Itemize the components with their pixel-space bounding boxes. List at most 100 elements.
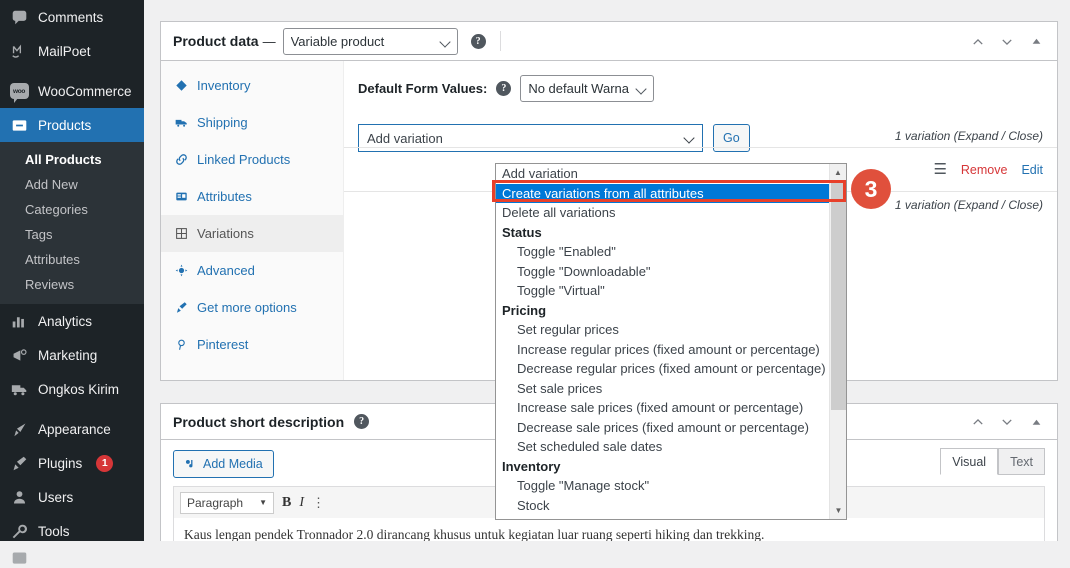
chevron-down-icon: ▼: [259, 498, 267, 507]
sidebar-item-label: MailPoet: [38, 43, 91, 59]
tab-attributes[interactable]: Attributes: [161, 178, 343, 215]
tab-visual[interactable]: Visual: [940, 448, 999, 475]
tab-inventory[interactable]: Inventory: [161, 67, 343, 104]
dropdown-option[interactable]: Set scheduled sale dates: [496, 437, 846, 457]
woocommerce-icon: woo: [9, 81, 29, 103]
product-data-header: Product data — Variable product ?: [161, 22, 1057, 61]
scrollbar-thumb[interactable]: [831, 182, 846, 410]
default-form-values-help-icon[interactable]: ?: [496, 81, 512, 96]
drag-handle-icon[interactable]: ☰: [933, 162, 946, 177]
sidebar-item-label: Plugins: [38, 455, 83, 471]
dropdown-option[interactable]: Create variations from all attributes: [496, 183, 846, 203]
italic-button[interactable]: I: [299, 495, 304, 511]
dropdown-group-label: Inventory: [502, 458, 561, 474]
sidebar-item-appearance[interactable]: Appearance: [0, 412, 144, 446]
default-form-values-label: Default Form Values:: [358, 81, 488, 96]
sidebar-item-marketing[interactable]: Marketing: [0, 338, 144, 372]
remove-variation-link[interactable]: Remove: [961, 163, 1008, 177]
sidebar-item-woocommerce[interactable]: woo WooCommerce: [0, 74, 144, 108]
mailpoet-icon: [9, 41, 29, 61]
dropdown-option[interactable]: Set sale prices: [496, 379, 846, 399]
bulk-action-value: Add variation: [367, 130, 443, 146]
sidebar-item-label: Settings: [38, 550, 87, 566]
edit-variation-link[interactable]: Edit: [1021, 163, 1043, 177]
toggle-panel-icon[interactable]: [1023, 28, 1049, 56]
chevron-down-icon: [683, 132, 695, 144]
dropdown-option[interactable]: Decrease sale prices (fixed amount or pe…: [496, 418, 846, 438]
dropdown-option[interactable]: Decrease regular prices (fixed amount or…: [496, 359, 846, 379]
sidebar-item-label: Users: [38, 489, 74, 505]
dropdown-option[interactable]: Increase regular prices (fixed amount or…: [496, 340, 846, 360]
dropdown-option[interactable]: Toggle "Downloadable": [496, 262, 846, 282]
sidebar-item-all-products[interactable]: All Products: [0, 147, 144, 172]
toggle-panel-icon[interactable]: [1023, 408, 1049, 436]
plugins-update-badge: 1: [96, 454, 114, 472]
sidebar-item-categories[interactable]: Categories: [0, 197, 144, 222]
tab-label: Linked Products: [197, 152, 291, 167]
tab-label: Variations: [197, 226, 254, 241]
tab-get-more-options[interactable]: Get more options: [161, 289, 343, 326]
settings-gear-icon: [9, 548, 29, 568]
dropdown-option[interactable]: Stock: [496, 496, 846, 516]
product-type-help-icon[interactable]: ?: [470, 33, 486, 49]
dropdown-scrollbar[interactable]: ▲ ▼: [829, 164, 846, 519]
variations-grid-icon: [174, 227, 189, 240]
tab-text[interactable]: Text: [998, 448, 1045, 475]
sidebar-item-reviews[interactable]: Reviews: [0, 272, 144, 297]
move-down-icon[interactable]: [994, 408, 1020, 436]
move-up-icon[interactable]: [965, 408, 991, 436]
sidebar-item-tools[interactable]: Tools: [0, 514, 144, 548]
dropdown-option[interactable]: Set regular prices: [496, 320, 846, 340]
product-type-select[interactable]: Variable product: [282, 27, 458, 55]
shipping-icon: [174, 116, 189, 129]
tab-label: Shipping: [197, 115, 248, 130]
sidebar-item-settings[interactable]: Settings: [0, 548, 144, 568]
sidebar-item-mailpoet[interactable]: MailPoet: [0, 34, 144, 68]
bold-button[interactable]: B: [282, 495, 291, 511]
sidebar-item-comments[interactable]: Comments: [0, 0, 144, 34]
dropdown-option[interactable]: Toggle "Virtual": [496, 281, 846, 301]
sidebar-item-add-new[interactable]: Add New: [0, 172, 144, 197]
default-attribute-select[interactable]: No default Warna...: [520, 75, 655, 102]
dropdown-option[interactable]: Add variation: [496, 164, 846, 184]
sidebar-item-plugins[interactable]: Plugins 1: [0, 446, 144, 480]
tab-shipping[interactable]: Shipping: [161, 104, 343, 141]
sidebar-item-label: Appearance: [38, 421, 111, 437]
short-description-content[interactable]: Kaus lengan pendek Tronnador 2.0 diranca…: [173, 518, 1045, 541]
tab-advanced[interactable]: Advanced: [161, 252, 343, 289]
dropdown-option[interactable]: Toggle "Enabled": [496, 242, 846, 262]
sidebar-item-products[interactable]: Products: [0, 108, 144, 142]
default-form-values-row: Default Form Values: ? No default Warna.…: [358, 75, 1043, 102]
paragraph-format-select[interactable]: Paragraph ▼: [180, 491, 274, 514]
short-description-help-icon[interactable]: ?: [354, 414, 370, 429]
add-media-button[interactable]: Add Media: [173, 450, 274, 478]
pinterest-icon: [174, 338, 189, 351]
scroll-down-arrow-icon[interactable]: ▼: [830, 502, 846, 519]
marketing-megaphone-icon: [9, 345, 29, 365]
sidebar-item-ongkos-kirim[interactable]: Ongkos Kirim: [0, 372, 144, 406]
advanced-gear-icon: [174, 264, 189, 277]
tab-linked-products[interactable]: Linked Products: [161, 141, 343, 178]
move-up-icon[interactable]: [965, 28, 991, 56]
dropdown-option[interactable]: Delete all variations: [496, 203, 846, 223]
sidebar-item-label: Tools: [38, 523, 70, 539]
editor-mode-tabs: Visual Text: [940, 448, 1045, 475]
scroll-up-arrow-icon[interactable]: ▲: [830, 164, 846, 181]
more-tools-icon[interactable]: ⋮: [312, 496, 325, 509]
dropdown-option[interactable]: Set Status - In stock: [496, 515, 846, 519]
sidebar-item-tags[interactable]: Tags: [0, 222, 144, 247]
tab-pinterest[interactable]: Pinterest: [161, 326, 343, 363]
sidebar-item-attributes[interactable]: Attributes: [0, 247, 144, 272]
tab-variations[interactable]: Variations: [161, 215, 343, 252]
move-down-icon[interactable]: [994, 28, 1020, 56]
variation-count-top: 1 variation (Expand / Close): [894, 129, 1043, 143]
analytics-icon: [9, 311, 29, 331]
sidebar-item-analytics[interactable]: Analytics: [0, 304, 144, 338]
bulk-action-dropdown-listbox[interactable]: Add variation Create variations from all …: [495, 163, 847, 520]
dropdown-option[interactable]: Toggle "Manage stock": [496, 476, 846, 496]
products-icon: [9, 115, 29, 135]
sidebar-item-users[interactable]: Users: [0, 480, 144, 514]
extensions-icon: [174, 301, 189, 314]
dropdown-option[interactable]: Increase sale prices (fixed amount or pe…: [496, 398, 846, 418]
users-icon: [9, 487, 29, 507]
